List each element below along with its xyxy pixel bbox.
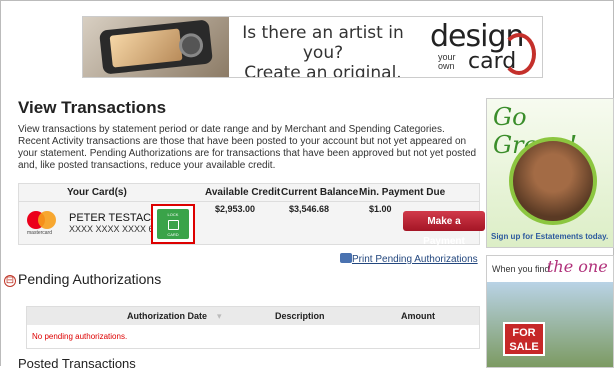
main-content: View Transactions View transactions by s…	[18, 98, 478, 172]
card-row: mastercard PETER TESTACC XXXX XXXX XXXX …	[19, 202, 485, 247]
printer-icon[interactable]	[340, 253, 352, 263]
col-description[interactable]: Description	[275, 311, 325, 321]
available-credit-value: $2,953.00	[215, 204, 256, 214]
promo-banner[interactable]: Is there an artist in you? Create an ori…	[82, 16, 543, 78]
col-authorization-date[interactable]: Authorization Date	[127, 311, 207, 321]
banner-tagline-line2: Create an original.	[244, 63, 402, 78]
col-current-balance: Current Balance	[281, 187, 359, 198]
col-available-credit: Available Credit	[205, 187, 281, 198]
page-description: View transactions by statement period or…	[18, 124, 477, 171]
ad-photo	[509, 137, 597, 225]
home-loan-ad[interactable]: When you find the one FOR SALE	[486, 255, 614, 368]
lock-card-button[interactable]: LOCK CARD	[151, 204, 195, 244]
go-green-ad[interactable]: Go Green! Sign up for Estatements today.	[486, 98, 614, 248]
collapse-toggle-icon[interactable]: ⊟	[4, 275, 16, 287]
lock-card-tile: LOCK CARD	[157, 209, 189, 239]
min-payment-value: $1.00	[369, 204, 392, 214]
print-pending-link[interactable]: Print Pending Authorizations	[352, 254, 478, 265]
pending-table-header: Authorization Date ▾ Description Amount	[27, 307, 479, 325]
card-table-header: Your Card(s) Available Credit Current Ba…	[19, 184, 479, 202]
banner-tagline: Is there an artist in you? Create an ori…	[233, 23, 413, 78]
pending-title: Pending Authorizations	[18, 271, 162, 287]
padlock-icon	[168, 220, 179, 230]
lock-label-top: LOCK	[167, 212, 179, 217]
banner-tagline-line1: Is there an artist in you?	[242, 23, 404, 63]
posted-title: Posted Transactions	[18, 356, 136, 371]
camera-icon	[99, 19, 213, 75]
brand-your-own: your own	[438, 52, 456, 71]
col-min-payment: Min. Payment Due	[359, 187, 446, 198]
current-balance-value: $3,546.68	[289, 204, 330, 214]
card-holder-name: PETER TESTACC	[69, 212, 160, 224]
make-payment-button[interactable]: Make a Payment	[403, 211, 485, 247]
the-one-text: the one	[547, 257, 608, 276]
card-summary-table: Your Card(s) Available Credit Current Ba…	[18, 183, 485, 247]
for-sale-sign: FOR SALE	[503, 322, 545, 356]
when-you-find-text: When you find	[492, 264, 550, 274]
page-title: View Transactions	[18, 98, 167, 117]
lock-label-bottom: CARD	[167, 232, 179, 237]
card-brand-text: mastercard	[27, 230, 53, 236]
sort-arrow-icon[interactable]: ▾	[217, 311, 222, 322]
mastercard-icon: mastercard	[27, 211, 57, 237]
col-your-cards: Your Card(s)	[67, 187, 127, 198]
house-photo: FOR SALE	[487, 282, 613, 367]
pending-empty-message: No pending authorizations.	[32, 332, 128, 341]
design-your-own-card-logo: design your own card	[418, 19, 538, 75]
banner-photo	[83, 17, 229, 77]
estatements-caption: Sign up for Estatements today.	[491, 232, 609, 241]
swirl-icon	[502, 33, 536, 75]
col-amount[interactable]: Amount	[401, 311, 435, 321]
pending-table: Authorization Date ▾ Description Amount …	[26, 306, 480, 349]
